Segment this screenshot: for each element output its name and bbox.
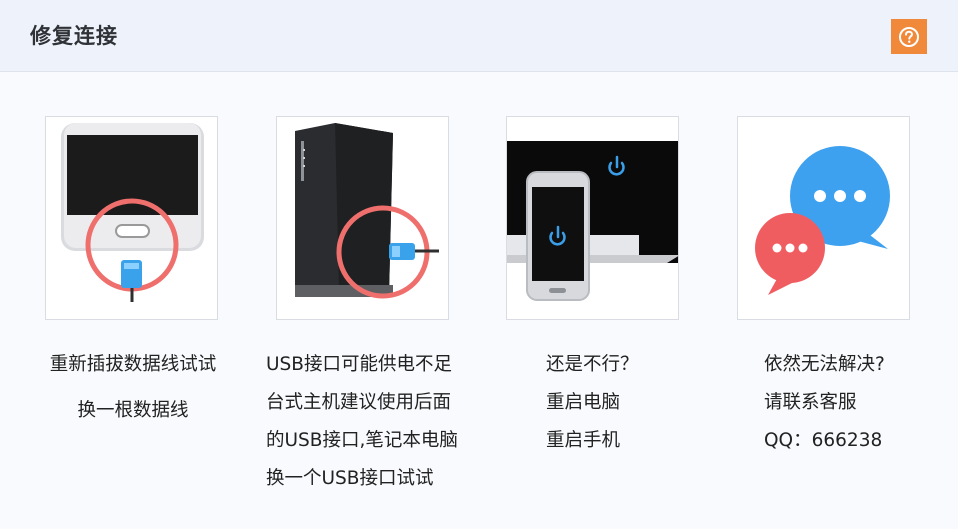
- question-circle-icon: [899, 26, 919, 47]
- caption-line: 台式主机建议使用后面: [266, 392, 452, 413]
- card-contact-support: [737, 116, 910, 320]
- chat-bubbles-illustration: [755, 146, 890, 295]
- card-usb-power: [276, 116, 449, 320]
- caption-line: 换一根数据线: [77, 400, 189, 421]
- caption-line: QQ：666238: [764, 430, 883, 451]
- caption-restart-devices: 还是不行？ 重启电脑 重启手机: [546, 346, 639, 460]
- header-bar: 修复连接: [0, 0, 958, 72]
- caption-replug-cable: 重新插拔数据线试试 换一根数据线: [38, 346, 228, 430]
- caption-contact-support: 依然无法解决? 请联系客服 QQ：666238: [764, 346, 885, 460]
- card-replug-cable: [45, 116, 218, 320]
- caption-usb-power: USB接口可能供电不足 台式主机建议使用后面 的USB接口,笔记本电脑 换一个U…: [266, 346, 458, 498]
- caption-line: 重新插拔数据线试试: [49, 354, 217, 375]
- caption-line: USB接口可能供电不足: [266, 354, 452, 375]
- page-title: 修复连接: [30, 24, 118, 48]
- help-button[interactable]: [891, 19, 927, 54]
- card-restart-devices: [506, 116, 679, 320]
- caption-line: 的USB接口,笔记本电脑: [266, 430, 458, 451]
- caption-line: 还是不行？: [546, 354, 639, 375]
- caption-line: 依然无法解决?: [764, 354, 885, 375]
- caption-line: 换一个USB接口试试: [266, 468, 434, 489]
- desktop-tower-usb-illustration: [295, 123, 439, 299]
- caption-line: 重启手机: [546, 430, 621, 451]
- caption-line: 请联系客服: [764, 392, 857, 413]
- phone-laptop-restart-illustration: [507, 141, 678, 301]
- phone-usb-port-illustration: [61, 123, 204, 302]
- caption-line: 重启电脑: [546, 392, 621, 413]
